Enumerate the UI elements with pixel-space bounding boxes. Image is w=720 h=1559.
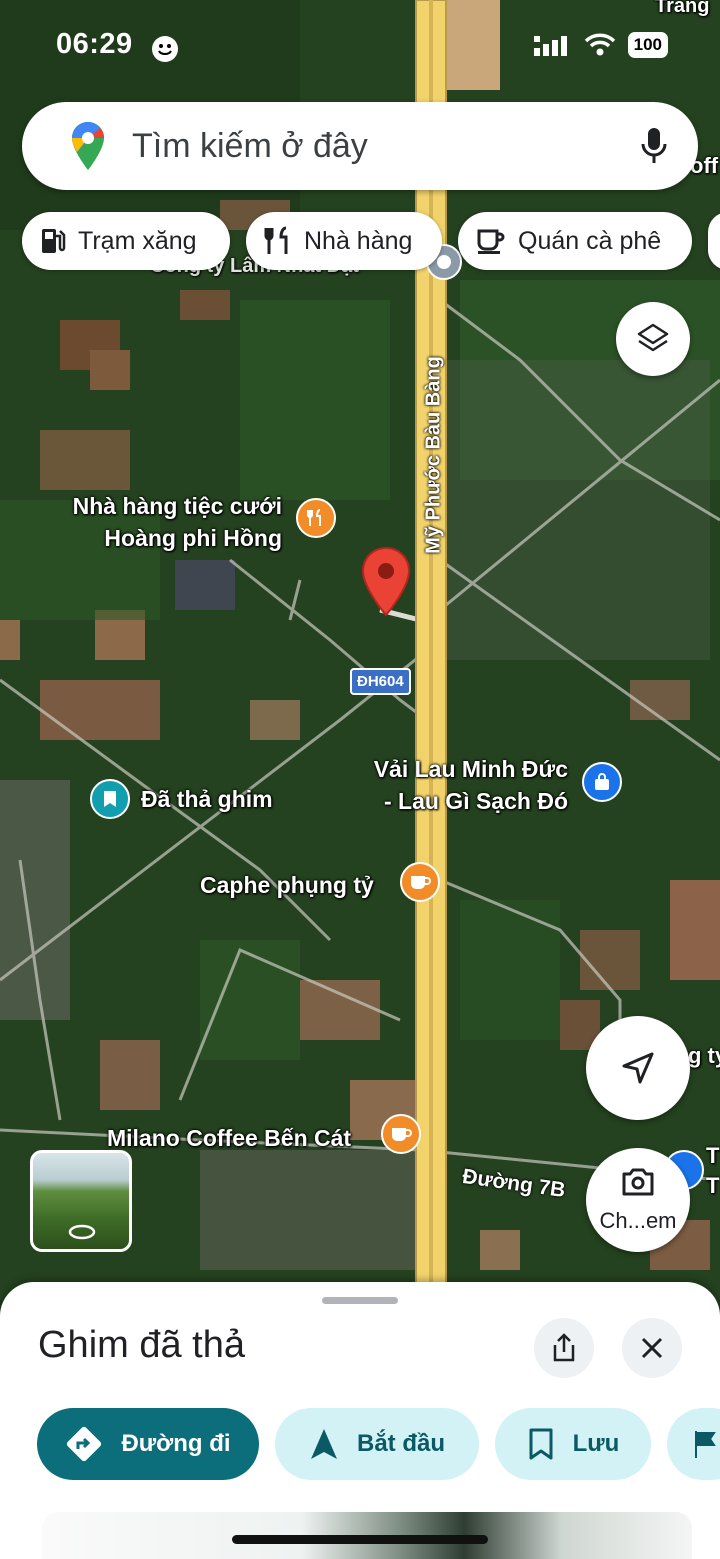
save-button[interactable]: Lưu <box>495 1408 651 1480</box>
shopping-bag-poi-icon[interactable] <box>582 762 622 802</box>
chip-coffee[interactable]: Quán cà phê <box>458 212 692 270</box>
wifi-icon <box>584 33 615 56</box>
poi-label-restaurant-line2: Hoàng phi Hồng <box>104 525 282 551</box>
navigation-icon <box>310 1429 337 1459</box>
map-label-partial-right-3: T <box>706 1143 720 1168</box>
poi-label-shop[interactable]: Vải Lau Minh Đức - Lau Gì Sạch Đó <box>368 753 568 817</box>
mic-icon[interactable] <box>640 126 668 166</box>
map-label-partial-right-2: g ty <box>688 1043 720 1068</box>
layers-icon <box>637 323 669 352</box>
chip-gas-station[interactable]: Trạm xăng <box>22 212 230 270</box>
poi-label-cafe-phung-ty[interactable]: Caphe phụng tỷ <box>200 869 374 901</box>
status-bar: 06:29 100 <box>0 28 720 68</box>
status-time: 06:29 <box>56 28 133 60</box>
navigation-arrow-icon <box>622 1052 654 1084</box>
camera-icon <box>622 1168 654 1196</box>
saved-pin-icon[interactable] <box>90 779 130 819</box>
layers-button[interactable] <box>616 302 690 376</box>
start-button[interactable]: Bắt đầu <box>275 1408 479 1480</box>
bookmark-icon <box>529 1428 553 1460</box>
sheet-drag-handle[interactable] <box>322 1297 398 1304</box>
more-action-button[interactable] <box>667 1408 720 1480</box>
home-indicator[interactable] <box>232 1535 488 1544</box>
gas-station-icon <box>42 229 66 253</box>
directions-icon <box>67 1426 102 1462</box>
map-label-partial-right-4: T <box>706 1173 720 1198</box>
category-chips: Trạm xăng Nhà hàng Quán cà phê <box>22 212 720 272</box>
camera-button[interactable]: Ch...em <box>586 1148 690 1252</box>
map-label-partial-top: Trang <box>655 0 710 17</box>
action-buttons: Đường đi Bắt đầu Lưu <box>0 1408 720 1482</box>
chip-restaurant-label: Nhà hàng <box>304 226 413 255</box>
signal-icon <box>533 36 567 56</box>
poi-label-milano-coffee[interactable]: Milano Coffee Bến Cát <box>107 1122 351 1154</box>
directions-button[interactable]: Đường đi <box>37 1408 259 1480</box>
search-input[interactable]: Tìm kiếm ở đây <box>132 127 368 166</box>
cafe-poi-icon-2[interactable] <box>381 1114 421 1154</box>
camera-label: Ch...em <box>599 1208 677 1233</box>
chip-restaurant[interactable]: Nhà hàng <box>246 212 442 270</box>
poi-label-shop-line1: Vải Lau Minh Đức <box>373 756 568 782</box>
share-icon <box>553 1333 575 1362</box>
close-button[interactable] <box>622 1318 682 1378</box>
battery-icon: 100 <box>627 32 668 58</box>
street-view-thumbnail[interactable] <box>30 1150 132 1252</box>
directions-label: Đường đi <box>121 1430 231 1457</box>
smiley-icon <box>152 36 178 62</box>
poi-label-shop-line2: - Lau Gì Sạch Đó <box>383 788 568 814</box>
my-location-button[interactable] <box>586 1016 690 1120</box>
save-label: Lưu <box>572 1430 620 1457</box>
restaurant-poi-icon[interactable] <box>296 498 336 538</box>
flag-icon <box>695 1431 716 1458</box>
restaurant-icon <box>264 226 288 254</box>
road-label-my-phuoc-bau-bang: Mỹ Phước Bàu Bàng <box>422 356 445 554</box>
sheet-title: Ghim đã thả <box>38 1324 245 1366</box>
status-icons: 100 <box>533 32 668 58</box>
chip-gas-station-label: Trạm xăng <box>78 226 197 255</box>
cafe-poi-icon[interactable] <box>400 862 440 902</box>
poi-label-restaurant-line1: Nhà hàng tiệc cưới <box>72 493 282 519</box>
google-maps-logo <box>72 122 104 170</box>
start-label: Bắt đầu <box>356 1430 445 1457</box>
route-shield-dh604: ĐH604 <box>350 668 411 695</box>
close-icon <box>641 1337 663 1359</box>
rotate-360-icon <box>68 1224 96 1240</box>
poi-label-dropped-pin[interactable]: Đã thả ghim <box>141 783 273 815</box>
search-bar[interactable]: Tìm kiếm ở đây <box>22 102 698 190</box>
poi-label-restaurant[interactable]: Nhà hàng tiệc cưới Hoàng phi Hồng <box>66 490 282 554</box>
dropped-pin-icon[interactable] <box>360 546 412 618</box>
chip-coffee-label: Quán cà phê <box>518 226 662 255</box>
share-button[interactable] <box>534 1318 594 1378</box>
coffee-icon <box>477 229 505 254</box>
place-sheet[interactable]: Ghim đã thả Đường đi Bắt đầu Lưu <box>0 1282 720 1559</box>
chip-partial[interactable] <box>708 212 720 270</box>
